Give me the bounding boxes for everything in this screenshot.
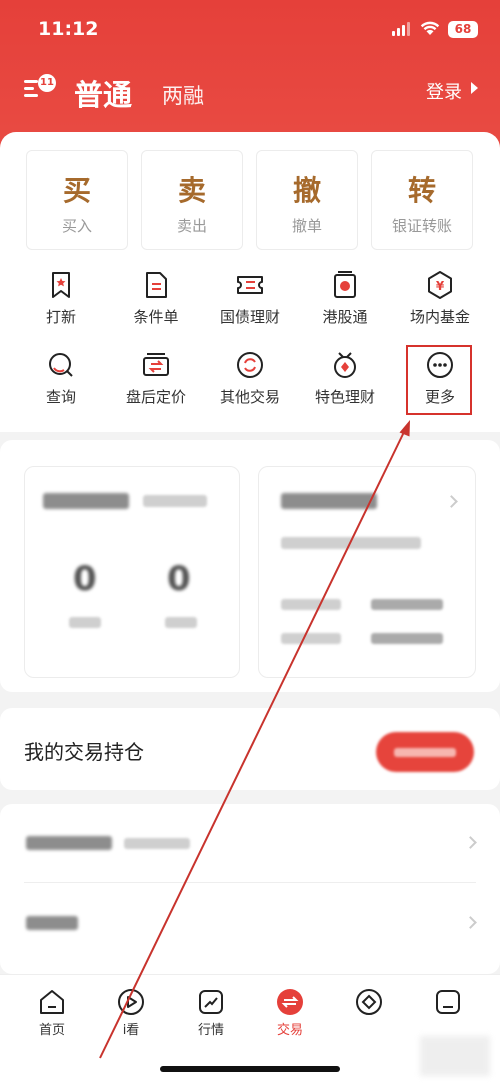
sell-button[interactable]: 卖 卖出 (141, 150, 243, 250)
tab-market[interactable]: 行情 (176, 987, 246, 1038)
transfer-label: 银证转账 (391, 217, 452, 235)
grid-label: 场内基金 (409, 308, 470, 326)
smart-order-card[interactable] (258, 466, 476, 678)
grid-special-finance[interactable]: 特色理财 (297, 350, 393, 407)
status-time: 11:12 (38, 18, 99, 40)
other-trade-icon (237, 352, 263, 378)
info-card: 0 0 (0, 440, 500, 692)
account-icon (436, 990, 460, 1014)
tab-home[interactable]: 首页 (17, 987, 87, 1038)
cancel-label: 撤单 (291, 217, 322, 235)
navbar: 11 普通 两融 登录 (0, 70, 500, 112)
cancel-order-button[interactable]: 撤 撤单 (256, 150, 358, 250)
cancel-glyph: 撤 (292, 174, 321, 207)
ipo-summary-card[interactable]: 0 0 (24, 466, 240, 678)
hk-connect-icon (334, 271, 356, 298)
chevron-right-icon (464, 836, 477, 849)
buy-button[interactable]: 买 买入 (26, 150, 128, 250)
grid-fund[interactable]: ¥ 场内基金 (392, 270, 488, 327)
login-arrow-icon (471, 82, 478, 94)
bond-icon (237, 276, 263, 294)
signal-icon (392, 22, 412, 36)
transfer-glyph: 转 (407, 174, 436, 207)
query-icon (49, 353, 73, 377)
more-highlight-box (406, 345, 472, 415)
chevron-right-icon (464, 916, 477, 929)
tab-trade[interactable]: 交易 (255, 987, 325, 1038)
battery-icon: 68 (448, 21, 478, 38)
play-icon (118, 989, 144, 1015)
buy-glyph: 买 (62, 174, 91, 207)
tab-margin[interactable]: 两融 (162, 80, 204, 110)
divider (24, 882, 476, 883)
chevron-right-icon (445, 495, 458, 508)
diamond-icon (356, 989, 382, 1015)
grid-label: 条件单 (133, 308, 179, 326)
tab-label: 交易 (276, 1023, 303, 1038)
login-button[interactable]: 登录 (426, 78, 462, 104)
blurred-count: 0 (73, 559, 97, 599)
market-icon (199, 990, 223, 1014)
condition-order-icon (146, 272, 167, 298)
grid-hk-connect[interactable]: 港股通 (297, 270, 393, 327)
grid-other-trade[interactable]: 其他交易 (202, 350, 298, 407)
grid-query[interactable]: 查询 (13, 350, 109, 407)
grid-ipo[interactable]: 打新 (13, 270, 109, 327)
grid-label: 特色理财 (314, 388, 375, 406)
ipo-icon (52, 272, 70, 298)
tab-label: 行情 (197, 1023, 224, 1038)
grid-label: 打新 (45, 308, 76, 326)
tab-wealth[interactable] (334, 987, 404, 1019)
tab-normal[interactable]: 普通 (74, 72, 132, 114)
grid-after-hours[interactable]: 盘后定价 (108, 350, 204, 407)
sell-glyph: 卖 (177, 174, 206, 207)
svg-text:¥: ¥ (436, 279, 445, 293)
sell-label: 卖出 (176, 217, 207, 235)
positions-card: 我的交易持仓 (0, 708, 500, 790)
grid-label: 港股通 (322, 308, 368, 326)
buy-label: 买入 (61, 217, 92, 235)
home-indicator (160, 1066, 340, 1072)
grid-bond[interactable]: 国债理财 (202, 270, 298, 327)
tab-label: i看 (122, 1023, 140, 1038)
grid-condition-order[interactable]: 条件单 (108, 270, 204, 327)
message-badge: 11 (38, 74, 56, 92)
tab-ikan[interactable]: i看 (96, 987, 166, 1038)
grid-label: 国债理财 (219, 308, 280, 326)
grid-label: 其他交易 (219, 388, 280, 406)
home-icon (40, 990, 64, 1014)
trade-icon (277, 989, 303, 1015)
special-finance-icon (334, 352, 356, 378)
wifi-icon (420, 20, 440, 40)
grid-label: 盘后定价 (125, 388, 186, 406)
blurred-count: 0 (167, 559, 191, 599)
bank-transfer-button[interactable]: 转 银证转账 (371, 150, 473, 250)
status-bar: 11:12 68 (0, 14, 500, 46)
list-card (0, 804, 500, 974)
list-item[interactable] (0, 804, 500, 882)
grid-label: 查询 (45, 388, 76, 406)
list-item[interactable] (0, 884, 500, 962)
positions-action-button[interactable] (376, 732, 474, 772)
positions-title: 我的交易持仓 (24, 740, 144, 764)
fund-icon: ¥ (428, 271, 452, 299)
watermark (420, 1036, 490, 1076)
tab-account[interactable] (413, 987, 483, 1019)
after-hours-icon (143, 353, 169, 376)
tab-label: 首页 (38, 1023, 65, 1038)
